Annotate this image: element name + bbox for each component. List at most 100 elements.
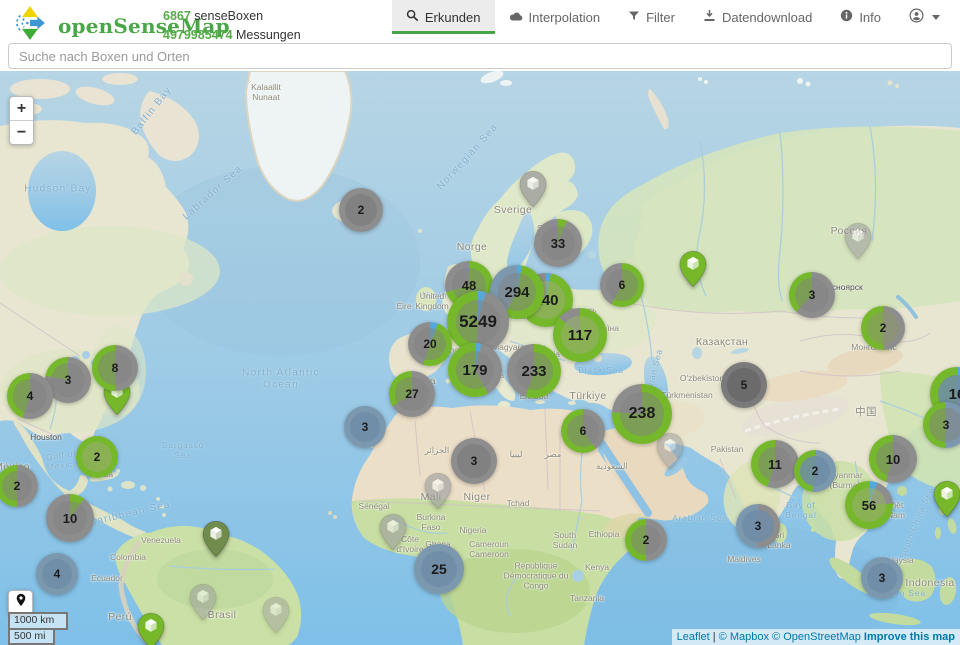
cluster-count: 2 [358, 203, 365, 217]
box-icon [844, 222, 872, 260]
user-menu-button[interactable] [895, 0, 954, 34]
cluster-center: 3 [795, 278, 828, 311]
sensebox-pin[interactable] [844, 222, 872, 260]
cluster-count: 3 [65, 373, 72, 387]
tab-info[interactable]: Info [826, 0, 895, 34]
cluster-center: 3 [742, 510, 774, 542]
cluster-center: 2 [867, 312, 899, 344]
cluster-marker[interactable]: 2 [861, 306, 905, 350]
cluster-marker[interactable]: 179 [448, 343, 502, 397]
main-tabs: Erkunden InterpolationFilterDatendownload… [392, 0, 954, 34]
sensebox-pin[interactable] [679, 250, 707, 288]
tab-erkunden[interactable]: Erkunden [392, 0, 495, 34]
search-bar [8, 43, 952, 69]
cluster-marker[interactable]: 3 [861, 557, 903, 599]
cluster-marker[interactable]: 5 [721, 362, 767, 408]
cluster-marker[interactable]: 10 [869, 435, 917, 483]
sensebox-pin[interactable] [933, 480, 960, 518]
cluster-marker[interactable]: 8 [92, 345, 138, 391]
cluster-center: 25 [421, 551, 457, 587]
cluster-count: 56 [862, 498, 876, 513]
measurements-count-line: 4979985474 Messungen [163, 26, 301, 45]
cluster-marker[interactable]: 20 [408, 322, 452, 366]
cluster-marker[interactable]: 117 [553, 308, 607, 362]
attribution-link[interactable]: © OpenStreetMap [772, 631, 861, 643]
cluster-marker[interactable]: 4 [36, 553, 78, 595]
boxes-count-line: 6867 senseBoxen [163, 7, 301, 26]
cloud-icon [509, 10, 523, 25]
cluster-marker[interactable]: 233 [507, 344, 561, 398]
attribution-link[interactable]: © Mapbox [719, 631, 769, 643]
zoom-in-button[interactable]: + [10, 97, 33, 121]
cluster-count: 6 [619, 278, 626, 292]
cluster-center: 4 [42, 559, 72, 589]
cluster-marker[interactable]: 25 [414, 544, 464, 594]
cluster-count: 27 [405, 387, 418, 401]
box-icon [137, 612, 165, 645]
cluster-marker[interactable]: 56 [845, 481, 893, 529]
cluster-center: 233 [515, 352, 554, 391]
cluster-marker[interactable]: 10 [46, 494, 94, 542]
box-icon [679, 250, 707, 288]
cluster-marker[interactable]: 2 [76, 436, 118, 478]
cluster-marker[interactable]: 33 [534, 219, 582, 267]
cluster-center: 6 [606, 269, 638, 301]
cluster-marker[interactable]: 3 [789, 272, 835, 318]
tab-interpolation[interactable]: Interpolation [495, 0, 615, 34]
tab-filter[interactable]: Filter [614, 0, 689, 34]
cluster-center: 27 [395, 377, 428, 410]
sensebox-pin[interactable] [137, 612, 165, 645]
cluster-center: 238 [620, 392, 663, 435]
download-icon [703, 9, 716, 25]
cluster-center: 4 [13, 379, 46, 412]
sensebox-pin[interactable] [262, 596, 290, 634]
scale-control: 1000 km 500 mi [8, 612, 68, 645]
cluster-center: 5249 [456, 300, 501, 345]
attribution-link[interactable]: Leaflet [677, 631, 710, 643]
cluster-count: 3 [943, 418, 950, 432]
cluster-count: 4 [27, 389, 34, 403]
header: openSenseMap 6867 senseBoxen 4979985474 … [0, 0, 960, 71]
cluster-center: 3 [51, 363, 84, 396]
zoom-control: + − [9, 96, 34, 145]
sensebox-pin[interactable] [519, 170, 547, 208]
sensebox-pin[interactable] [189, 583, 217, 621]
cluster-marker[interactable]: 2 [339, 188, 383, 232]
info-icon [840, 9, 853, 25]
cluster-marker[interactable]: 2 [794, 450, 836, 492]
cluster-count: 6 [580, 424, 587, 438]
cluster-count: 2 [812, 464, 819, 478]
box-icon [379, 513, 407, 551]
cluster-count: 16 [949, 386, 960, 403]
cluster-center: 3 [867, 563, 897, 593]
zoom-out-button[interactable]: − [10, 121, 33, 144]
box-icon [202, 520, 230, 558]
cluster-center: 20 [414, 328, 446, 360]
cluster-count: 10 [886, 452, 900, 467]
cluster-marker[interactable]: 3 [344, 406, 386, 448]
sensebox-pin[interactable] [424, 472, 452, 510]
box-icon [189, 583, 217, 621]
search-input[interactable] [8, 43, 952, 69]
cluster-count: 33 [551, 236, 565, 251]
cluster-marker[interactable]: 6 [561, 409, 605, 453]
attribution-link[interactable]: Improve this map [864, 631, 955, 643]
cluster-marker[interactable]: 4 [7, 373, 53, 419]
cluster-marker[interactable]: 238 [612, 384, 672, 444]
tab-label: Erkunden [425, 10, 481, 25]
sensebox-pin[interactable] [379, 513, 407, 551]
tab-datendownload[interactable]: Datendownload [689, 0, 826, 34]
cluster-marker[interactable]: 27 [389, 371, 435, 417]
map[interactable]: Kalaallit NunaatBaffin BayHudson BayLabr… [0, 71, 960, 645]
cluster-marker[interactable]: 2 [625, 519, 667, 561]
cluster-marker[interactable]: 3 [736, 504, 780, 548]
chevron-down-icon [932, 15, 940, 20]
cluster-marker[interactable]: 11 [751, 440, 799, 488]
cluster-center: 2 [82, 442, 112, 472]
cluster-marker[interactable]: 3 [451, 438, 497, 484]
cluster-center: 5 [727, 368, 760, 401]
cluster-marker[interactable]: 6 [600, 263, 644, 307]
cluster-count: 4 [54, 567, 61, 581]
sensebox-pin[interactable] [202, 520, 230, 558]
cluster-count: 10 [63, 511, 77, 526]
